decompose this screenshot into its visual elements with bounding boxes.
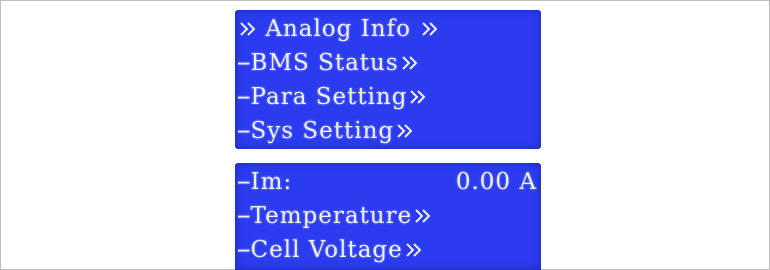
menu-item-bms-status[interactable]: --BMS Status [237, 48, 541, 78]
menu-item-prefix: -- [237, 84, 250, 110]
double-chevron-right-icon [396, 123, 414, 139]
menu-item-label: Para Setting [250, 84, 408, 110]
current-readout: --Im: 0.00 A [237, 167, 541, 197]
menu-item-prefix: -- [237, 118, 250, 144]
readout-prefix: -- [237, 169, 250, 195]
double-chevron-right-icon [421, 21, 439, 37]
menu-item-label: BMS Status [250, 50, 399, 76]
menu-item-label: Temperature [250, 203, 413, 229]
lcd-analog-menu: --Im: 0.00 A --Temperature --Cell Voltag… [235, 163, 541, 270]
double-chevron-right-icon [414, 208, 432, 224]
double-chevron-right-icon [401, 55, 419, 71]
menu-item-prefix: -- [237, 237, 250, 263]
menu-item-analog-info[interactable]: Analog Info [237, 14, 541, 44]
menu-item-para-setting[interactable]: --Para Setting [237, 82, 541, 112]
current-value: 0.00 A [455, 169, 537, 195]
double-chevron-right-icon [405, 242, 423, 258]
menu-item-label: Cell Voltage [250, 237, 403, 263]
menu-item-label: Sys Setting [250, 118, 395, 144]
readout-label: Im: [250, 169, 293, 195]
menu-item-prefix: -- [237, 203, 250, 229]
double-chevron-right-icon [239, 21, 257, 37]
menu-item-label: Analog Info [265, 16, 411, 42]
menu-item-cell-voltage[interactable]: --Cell Voltage [237, 235, 541, 265]
menu-item-temperature[interactable]: --Temperature [237, 201, 541, 231]
lcd-main-menu: Analog Info --BMS Status --Para Setting … [235, 10, 541, 149]
menu-item-prefix: -- [237, 50, 250, 76]
menu-item-sys-setting[interactable]: --Sys Setting [237, 116, 541, 146]
double-chevron-right-icon [409, 89, 427, 105]
